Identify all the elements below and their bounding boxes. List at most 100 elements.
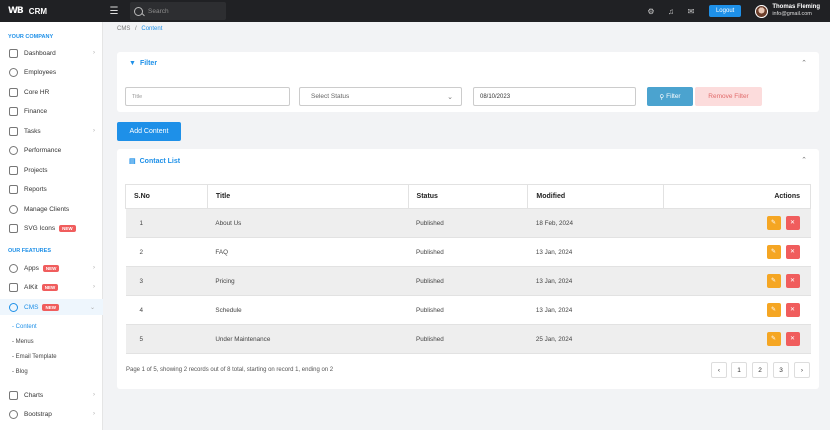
sidebar-item-manage-clients[interactable]: Manage Clients [0, 201, 103, 217]
pagination-page-3[interactable]: 3 [773, 362, 789, 378]
column-header-actions: Actions [663, 184, 811, 209]
search-placeholder: Search [148, 7, 169, 15]
sidebar-item-finance[interactable]: Finance [0, 103, 103, 119]
edit-icon[interactable]: ✎ [766, 332, 781, 346]
breadcrumb-separator: / [135, 26, 137, 32]
cell-actions: ✎ ✕ [663, 324, 811, 354]
sidebar-item-reports[interactable]: Reports [0, 181, 103, 197]
chevron-right-icon: › [93, 265, 95, 271]
date-input[interactable]: 08/10/2023 [473, 87, 636, 106]
chevron-up-icon[interactable]: ⌃ [801, 59, 807, 67]
sidebar-item-employees[interactable]: Employees [0, 64, 103, 80]
search-input[interactable]: Search [130, 2, 226, 20]
chevron-right-icon: › [93, 392, 95, 398]
sidebar-item-bootstrap[interactable]: Bootstrap › [0, 406, 103, 422]
breadcrumb: CMS / Content [117, 26, 162, 32]
delete-icon[interactable]: ✕ [785, 274, 800, 288]
chevron-right-icon: › [800, 366, 804, 374]
tasks-icon [9, 126, 18, 136]
cell-modified: 25 Jan, 2024 [527, 324, 664, 354]
status-select[interactable]: Select Status ⌄ [299, 87, 462, 106]
chevron-right-icon: › [93, 128, 95, 134]
sidebar-item-dashboard[interactable]: Dashboard › [0, 45, 103, 61]
sidebar-sub-blog[interactable]: - Blog [12, 369, 28, 375]
settings-icon[interactable]: ⚙ [641, 0, 661, 22]
edit-icon[interactable]: ✎ [766, 274, 781, 288]
cell-status: Published [408, 295, 528, 325]
sidebar-item-tasks[interactable]: Tasks › [0, 123, 103, 139]
menu-toggle-icon[interactable]: ☰ [107, 0, 121, 22]
pagination-page-2[interactable]: 2 [752, 362, 768, 378]
chevron-left-icon: ‹ [717, 366, 721, 374]
performance-icon [9, 145, 18, 155]
chevron-right-icon: › [93, 50, 95, 56]
cell-status: Published [408, 266, 528, 296]
cell-title: FAQ [207, 237, 409, 267]
column-header-status: Status [408, 184, 529, 209]
sidebar-item-apps[interactable]: Apps NEW › [0, 260, 103, 276]
table-row: 1 About Us Published 18 Feb, 2024 ✎ ✕ [125, 208, 811, 238]
sidebar-item-charts[interactable]: Charts › [0, 387, 103, 403]
filter-title[interactable]: ▼ Filter [129, 60, 157, 67]
delete-icon[interactable]: ✕ [785, 332, 800, 346]
title-input[interactable]: Title [125, 87, 290, 106]
sidebar-sub-content[interactable]: - Content [12, 324, 37, 330]
cell-sno: 4 [125, 295, 208, 325]
delete-icon[interactable]: ✕ [785, 216, 800, 230]
sidebar-item-performance[interactable]: Performance [0, 142, 103, 158]
edit-icon[interactable]: ✎ [766, 216, 781, 230]
reports-icon [9, 184, 18, 194]
clients-icon [9, 204, 18, 214]
cell-actions: ✎ ✕ [663, 295, 811, 325]
user-menu[interactable]: Thomas Fleming info@gmail.com [755, 4, 820, 18]
user-name: Thomas Fleming [772, 4, 820, 10]
chevron-down-icon: ⌄ [89, 304, 95, 311]
remove-filter-button[interactable]: Remove Filter [695, 87, 762, 106]
chevron-down-icon: ⌄ [447, 93, 453, 101]
content-table: S.No Title Status Modified Actions 1 Abo… [125, 184, 811, 354]
chevron-right-icon: › [93, 284, 95, 290]
breadcrumb-parent[interactable]: CMS [117, 26, 130, 32]
cell-actions: ✎ ✕ [663, 266, 811, 296]
add-content-button[interactable]: Add Content [117, 122, 181, 141]
brand-name: CRM [28, 6, 48, 16]
pagination-prev-button[interactable]: ‹ [711, 362, 727, 378]
new-badge: NEW [59, 224, 76, 232]
filter-button[interactable]: ⚲ Filter [647, 87, 693, 106]
cell-title: Schedule [207, 295, 409, 325]
sidebar-item-cms[interactable]: CMS NEW ⌄ [0, 299, 103, 315]
sidebar-sub-email-template[interactable]: - Email Template [12, 354, 57, 360]
bell-icon[interactable]: ♫ [661, 0, 681, 22]
sidebar-item-aikit[interactable]: AIKit NEW › [0, 279, 103, 295]
cell-modified: 13 Jan, 2024 [527, 237, 664, 267]
brand[interactable]: WB CRM [0, 0, 103, 22]
sidebar-item-core-hr[interactable]: Core HR [0, 84, 103, 100]
sidebar-sub-menus[interactable]: - Menus [12, 339, 34, 345]
edit-icon[interactable]: ✎ [766, 303, 781, 317]
delete-icon[interactable]: ✕ [785, 245, 800, 259]
delete-icon[interactable]: ✕ [785, 303, 800, 317]
list-title[interactable]: ▤ Contact List [129, 157, 180, 166]
cell-modified: 13 Jan, 2024 [527, 295, 664, 325]
breadcrumb-current: Content [141, 26, 163, 32]
pagination-next-button[interactable]: › [794, 362, 810, 378]
table-header-row: S.No Title Status Modified Actions [125, 184, 811, 209]
pagination-page-1[interactable]: 1 [731, 362, 747, 378]
pagination-info: Page 1 of 5, showing 2 records out of 8 … [126, 367, 334, 373]
filter-icon: ▼ [129, 60, 136, 67]
cell-sno: 3 [125, 266, 208, 296]
cell-modified: 18 Feb, 2024 [527, 208, 664, 238]
edit-icon[interactable]: ✎ [766, 245, 781, 259]
search-icon: ⚲ [659, 93, 665, 101]
cell-title: About Us [207, 208, 409, 238]
finance-icon [9, 106, 18, 116]
mail-icon[interactable]: ✉ [681, 0, 701, 22]
sidebar: YOUR COMPANY Dashboard › Employees Core H… [0, 22, 103, 430]
sidebar-item-projects[interactable]: Projects [0, 162, 103, 178]
chevron-up-icon[interactable]: ⌃ [801, 156, 807, 164]
column-header-modified: Modified [527, 184, 665, 209]
projects-icon [9, 165, 18, 175]
section-title-features: OUR FEATURES [8, 248, 51, 254]
logout-button[interactable]: Logout [708, 5, 742, 17]
sidebar-item-svg-icons[interactable]: SVG Icons NEW [0, 220, 103, 236]
